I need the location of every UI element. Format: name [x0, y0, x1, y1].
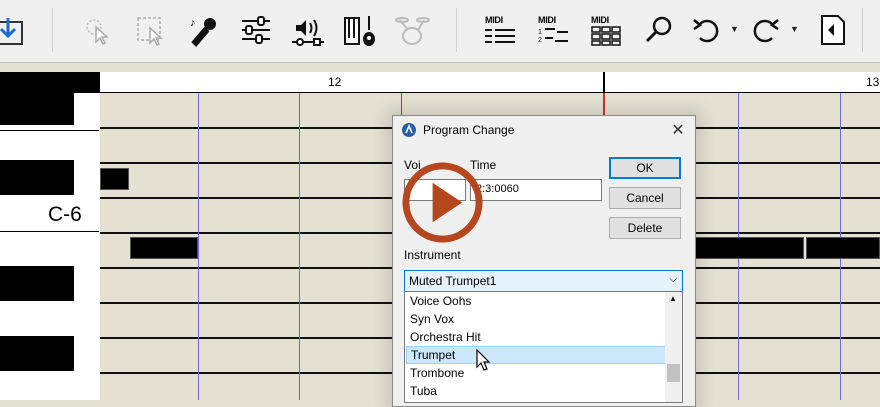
speaker-waveform-icon [292, 19, 324, 46]
list-item[interactable]: Trombone [406, 364, 666, 382]
pointer-select-icon [86, 19, 109, 46]
close-document-button[interactable] [812, 12, 848, 48]
marquee-select-icon [137, 17, 163, 47]
list-item[interactable]: Voice Oohs [406, 292, 666, 310]
list-item-highlighted[interactable]: Trumpet [406, 346, 666, 364]
redo-icon [753, 19, 779, 43]
measure-ruler[interactable]: 12 13 [100, 72, 880, 93]
redo-button[interactable] [748, 12, 784, 48]
note-input-button[interactable]: ♪ [186, 12, 222, 48]
play-circle-icon[interactable] [401, 161, 484, 244]
list-item[interactable]: Syn Vox [406, 310, 666, 328]
zoom-button[interactable] [641, 12, 677, 48]
black-key[interactable] [0, 93, 74, 125]
svg-text:♪: ♪ [190, 17, 196, 29]
key-label-c6: C-6 [48, 203, 82, 226]
svg-text:MIDI: MIDI [485, 15, 503, 25]
list-item[interactable]: Tuba [406, 382, 666, 400]
undo-button[interactable] [688, 12, 724, 48]
marquee-tool-button[interactable] [132, 12, 168, 48]
scroll-up-icon[interactable]: ▲ [669, 294, 677, 303]
combo-value: Muted Trumpet1 [409, 274, 497, 288]
piano-keyboard[interactable]: C-6 [0, 93, 101, 400]
close-icon[interactable]: ✕ [665, 118, 691, 142]
midi-staff-icon: MIDI 12 [538, 15, 568, 44]
redo-dropdown-icon[interactable]: ▼ [790, 24, 799, 34]
midi-staff-button[interactable]: MIDI 1 2 [535, 12, 571, 48]
select-tool-button[interactable] [78, 12, 114, 48]
instrument-dropdown-list[interactable]: Voice Oohs Syn Vox Orchestra Hit Trumpet… [404, 291, 683, 403]
microphone-notes-icon: ♪ [190, 17, 216, 47]
delete-button[interactable]: Delete [609, 217, 681, 239]
black-key[interactable] [0, 266, 74, 301]
chevron-down-icon: ⌵ [669, 274, 677, 285]
keyboard-guitar-icon [344, 16, 375, 46]
midi-note[interactable] [130, 237, 198, 259]
key-divider [0, 231, 99, 232]
save-button[interactable] [0, 12, 24, 48]
mouse-cursor-icon [476, 349, 491, 371]
svg-text:MIDI: MIDI [538, 15, 556, 25]
midi-grid-button[interactable]: MIDI [588, 12, 624, 48]
black-key[interactable] [0, 160, 74, 195]
drums-button[interactable] [394, 12, 430, 48]
instruments-button[interactable] [342, 12, 378, 48]
beat-line [299, 93, 300, 400]
beat-line [198, 93, 199, 400]
measure-label-13: 13 [866, 75, 880, 89]
scrollbar-thumb[interactable] [667, 364, 680, 382]
cancel-button[interactable]: Cancel [609, 187, 681, 209]
dialog-title: Program Change [423, 123, 515, 137]
list-scrollbar[interactable]: ▲ [665, 292, 682, 402]
time-field[interactable]: 2:3:0060 [470, 179, 602, 201]
ok-button[interactable]: OK [609, 157, 681, 179]
document-back-icon [821, 15, 845, 45]
undo-icon [693, 19, 719, 43]
audio-button[interactable] [290, 12, 326, 48]
svg-text:1: 1 [538, 29, 542, 36]
drum-kit-icon [395, 17, 430, 45]
save-down-icon [0, 18, 23, 45]
list-item[interactable]: Orchestra Hit [406, 328, 666, 346]
instrument-label: Instrument [404, 248, 461, 262]
toolbar-separator [456, 8, 457, 52]
measure-tick [603, 72, 605, 92]
measure-label-12: 12 [328, 75, 342, 89]
svg-text:MIDI: MIDI [591, 15, 609, 25]
toolbar-separator [862, 8, 863, 52]
undo-dropdown-icon[interactable]: ▼ [730, 24, 739, 34]
midi-list-button[interactable]: MIDI [482, 12, 518, 48]
midi-grid-icon: MIDI [591, 15, 621, 46]
toolbar-separator [52, 8, 53, 52]
app-logo-icon [402, 123, 416, 137]
instrument-combobox[interactable]: Muted Trumpet1 ⌵ [404, 270, 683, 292]
toolbar: ♪ MIDI MIDI 1 2 MIDI ▼ ▼ [0, 0, 880, 63]
midi-note[interactable] [806, 237, 880, 259]
svg-text:2: 2 [538, 37, 542, 44]
midi-note[interactable] [100, 168, 129, 190]
program-change-dialog: Program Change ✕ Voi Time 2:3:0060 OK Ca… [392, 115, 696, 407]
sliders-icon [242, 16, 270, 44]
midi-list-icon: MIDI [485, 15, 515, 43]
mixer-button[interactable] [238, 12, 274, 48]
magnifier-icon [645, 16, 672, 43]
key-divider [0, 130, 99, 131]
midi-note[interactable] [692, 237, 804, 259]
ruler-corner [0, 72, 100, 93]
black-key[interactable] [0, 336, 74, 371]
